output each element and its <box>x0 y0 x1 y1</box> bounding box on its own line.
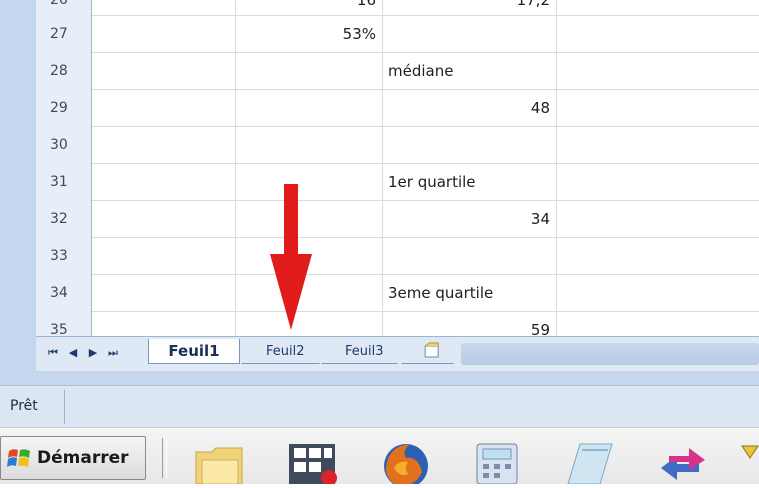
cell[interactable]: médiane <box>383 52 557 89</box>
prev-sheet-button[interactable]: ◀ <box>66 344 80 362</box>
row-header[interactable]: 35 <box>36 311 92 336</box>
table-row: 31 1er quartile <box>36 163 759 201</box>
cell[interactable] <box>93 15 236 52</box>
table-row: 30 <box>36 126 759 164</box>
row-header[interactable]: 26 <box>36 0 92 15</box>
cell[interactable] <box>93 163 236 200</box>
cell[interactable] <box>236 89 383 126</box>
row-header[interactable]: 31 <box>36 163 92 200</box>
cell[interactable] <box>557 163 759 200</box>
cell[interactable] <box>93 52 236 89</box>
calendar-grid-icon <box>289 444 337 486</box>
table-row: 35 59 <box>36 311 759 336</box>
firefox-icon <box>384 444 428 488</box>
status-bar: Prêt <box>0 385 759 428</box>
cell[interactable] <box>383 15 557 52</box>
cell[interactable] <box>557 237 759 274</box>
notepad-icon <box>567 443 613 485</box>
cell[interactable] <box>557 311 759 336</box>
table-row: 26 16 17,2 <box>36 0 759 16</box>
start-label: Démarrer <box>37 448 129 468</box>
first-sheet-button[interactable]: ⏮ <box>46 344 60 362</box>
calculator-quicklaunch[interactable] <box>471 438 527 485</box>
taskbar-separator <box>162 438 167 478</box>
cell[interactable] <box>557 200 759 237</box>
cell[interactable] <box>557 274 759 311</box>
row-header[interactable]: 34 <box>36 274 92 311</box>
sync-arrows-icon <box>661 448 705 480</box>
tab-label: Feuil2 <box>265 343 305 359</box>
cell[interactable] <box>93 237 236 274</box>
cell[interactable] <box>557 52 759 89</box>
row-header[interactable]: 30 <box>36 126 92 163</box>
table-row: 32 34 <box>36 200 759 238</box>
calculator-icon <box>476 443 518 485</box>
next-sheet-button[interactable]: ▶ <box>86 344 100 362</box>
status-divider <box>64 390 65 424</box>
cell[interactable] <box>557 126 759 163</box>
windows-logo-icon <box>7 449 30 467</box>
cell[interactable] <box>93 89 236 126</box>
cell[interactable] <box>93 0 236 15</box>
extra-quicklaunch[interactable] <box>738 438 759 484</box>
table-row: 28 médiane <box>36 52 759 90</box>
cell[interactable] <box>93 311 236 336</box>
cell[interactable]: 53% <box>236 15 383 52</box>
cell[interactable] <box>557 89 759 126</box>
row-header[interactable]: 27 <box>36 15 92 52</box>
cell[interactable] <box>93 126 236 163</box>
firefox-quicklaunch[interactable] <box>378 438 434 488</box>
cell[interactable]: 16 <box>236 0 383 15</box>
row-header[interactable]: 33 <box>36 237 92 274</box>
tab-feuil2[interactable]: Feuil2 <box>241 339 329 364</box>
row-header[interactable]: 28 <box>36 52 92 89</box>
arrow-head <box>270 254 312 330</box>
explorer-quicklaunch[interactable] <box>192 438 248 485</box>
status-text: Prêt <box>10 398 38 414</box>
tab-feuil1[interactable]: Feuil1 <box>148 339 240 364</box>
cell[interactable] <box>236 52 383 89</box>
table-row: 29 48 <box>36 89 759 127</box>
cell[interactable] <box>383 237 557 274</box>
table-row: 34 3eme quartile <box>36 274 759 312</box>
worksheet-grid[interactable]: 26 16 17,2 27 53% 28 médiane 29 48 30 31 <box>36 0 759 336</box>
partial-app-icon <box>741 445 759 459</box>
horizontal-scrollbar[interactable] <box>461 343 759 365</box>
row-header[interactable]: 32 <box>36 200 92 237</box>
cell[interactable]: 1er quartile <box>383 163 557 200</box>
cell[interactable] <box>93 274 236 311</box>
table-row: 27 53% <box>36 15 759 53</box>
tab-label: Feuil3 <box>344 343 384 359</box>
cell[interactable]: 59 <box>383 311 557 336</box>
notes-quicklaunch[interactable] <box>562 438 618 485</box>
cell[interactable] <box>557 15 759 52</box>
cell[interactable] <box>383 126 557 163</box>
table-row: 33 <box>36 237 759 275</box>
tab-feuil3[interactable]: Feuil3 <box>321 339 407 364</box>
cell[interactable] <box>557 0 759 15</box>
cell[interactable] <box>236 126 383 163</box>
arrow-shaft <box>284 184 298 258</box>
start-button[interactable]: Démarrer <box>0 436 146 480</box>
cell[interactable]: 3eme quartile <box>383 274 557 311</box>
insert-sheet-tab[interactable] <box>401 339 463 364</box>
red-arrow-annotation <box>270 184 312 330</box>
folder-icon <box>195 447 243 485</box>
calendar-quicklaunch[interactable] <box>285 438 341 486</box>
new-sheet-icon <box>424 342 439 358</box>
sheet-tab-bar: ⏮ ◀ ▶ ⏭ Feuil1 Feuil2 Feuil3 <box>36 336 759 371</box>
sync-quicklaunch[interactable] <box>655 438 711 484</box>
cell[interactable]: 48 <box>383 89 557 126</box>
cell[interactable]: 17,2 <box>383 0 557 15</box>
taskbar: Démarrer <box>0 427 759 488</box>
cell[interactable]: 34 <box>383 200 557 237</box>
last-sheet-button[interactable]: ⏭ <box>106 344 120 362</box>
cell[interactable] <box>93 200 236 237</box>
row-header[interactable]: 29 <box>36 89 92 126</box>
